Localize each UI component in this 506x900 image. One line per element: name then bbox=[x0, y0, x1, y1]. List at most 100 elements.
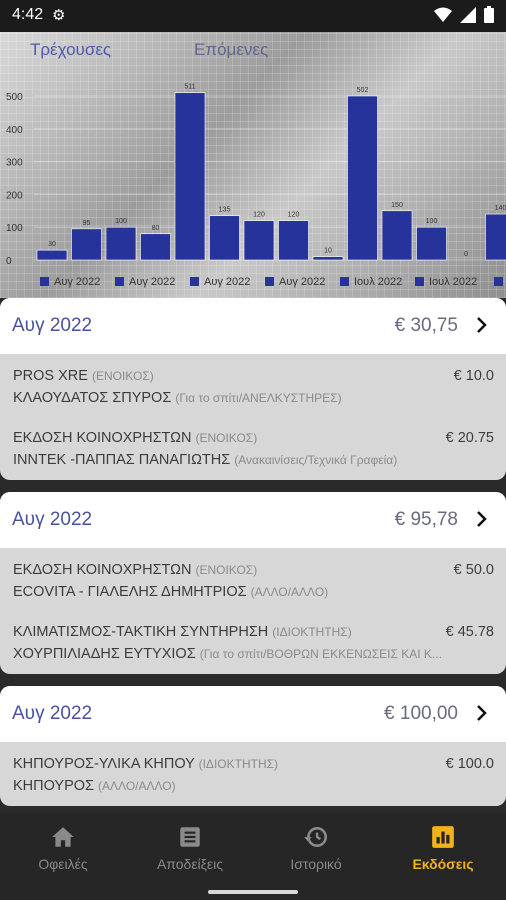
bar[interactable] bbox=[243, 220, 275, 261]
chevron-right-icon[interactable] bbox=[476, 510, 488, 528]
legend-label: Αυγ 2022 bbox=[54, 276, 100, 288]
bar-value-label: 135 bbox=[219, 207, 231, 214]
chart-panel: Τρέχουσες Επόμενες 0 100 200 300 400 500 30 95 1… bbox=[0, 32, 506, 298]
legend-label: Ιουλ 2022 bbox=[354, 276, 402, 288]
legend-swatch bbox=[190, 277, 199, 286]
bar[interactable] bbox=[105, 226, 137, 261]
bar[interactable] bbox=[312, 256, 344, 261]
item-vendor-line: ΧΟΥΡΠΙΛΙΑΔΗΣ ΕΥΤΥΧΙΟΣ (Για το σπίτι/ΒΟΘΡ… bbox=[13, 646, 493, 662]
item-amount: € 45.78 bbox=[445, 624, 494, 640]
wifi-icon bbox=[434, 7, 452, 22]
list-item[interactable]: PROS XRE (ΕΝΟΙΚΟΣ) € 10.0 ΚΛΑΟΥΔΑΤΟΣ ΣΠΥΡΟ… bbox=[0, 354, 506, 416]
system-icons bbox=[434, 6, 494, 23]
item-amount: € 50.0 bbox=[453, 562, 494, 578]
signal-icon bbox=[460, 6, 476, 23]
bar-value-label: 30 bbox=[48, 241, 56, 248]
card-header[interactable]: Αυγ 2022 € 100,00 bbox=[0, 686, 506, 742]
nav-label-history: Ιστορικό bbox=[290, 856, 342, 872]
item-category: (Ανακαινίσεις/Τεχνικά Γραφεία) bbox=[234, 453, 398, 467]
item-vendor: ECOVITA - ΓΙΑΛΕΛΗΣ ΔΗΜΗΤΡΙΟΣ bbox=[13, 584, 247, 600]
issue-card[interactable]: Αυγ 2022 € 100,00 ΚΗΠΟΥΡΟΣ-ΥΛΙΚΑ ΚΗΠΟΥ (ΙΔ… bbox=[0, 686, 506, 806]
item-vendor: ΚΛΑΟΥΔΑΤΟΣ ΣΠΥΡΟΣ bbox=[13, 390, 172, 406]
card-total: € 100,00 bbox=[384, 703, 458, 724]
nav-item-issues[interactable]: Εκδόσεις bbox=[380, 824, 506, 872]
issue-card[interactable]: Αυγ 2022 € 30,75 PROS XRE (ΕΝΟΙΚΟΣ) € 10.0 Κ… bbox=[0, 298, 506, 480]
legend-swatch bbox=[115, 277, 124, 286]
item-title-line: PROS XRE (ΕΝΟΙΚΟΣ) bbox=[13, 368, 154, 384]
nav-item-history[interactable]: Ιστορικό bbox=[253, 824, 379, 872]
card-month: Αυγ 2022 bbox=[12, 703, 93, 724]
item-title: PROS XRE bbox=[13, 368, 88, 384]
item-category: (Για το σπίτι/ΑΝΕΛΚΥΣΤΗΡΕΣ) bbox=[175, 391, 342, 405]
item-role: (ΕΝΟΙΚΟΣ) bbox=[195, 563, 258, 577]
bar-value-label: 95 bbox=[83, 220, 91, 227]
nav-item-receipts[interactable]: Αποδείξεις bbox=[127, 824, 253, 872]
item-role: (ΕΝΟΙΚΟΣ) bbox=[195, 431, 258, 445]
bar-value-label: 511 bbox=[184, 84, 195, 91]
bar[interactable] bbox=[347, 95, 378, 261]
bar-value-label: 80 bbox=[152, 225, 160, 232]
bar[interactable] bbox=[381, 210, 413, 261]
bar-value-label: 150 bbox=[391, 202, 403, 209]
legend-swatch bbox=[40, 277, 49, 286]
legend-label: Αυγ 2022 bbox=[279, 276, 325, 288]
nav-item-debts[interactable]: Οφειλές bbox=[0, 824, 126, 872]
bar[interactable] bbox=[485, 213, 506, 261]
list-item[interactable]: ΚΛΙΜΑΤΙΣΜΟΣ-ΤΑΚΤΙΚΗ ΣΥΝΤΗΡΗΣΗ (ΙΔΙΟΚΤΗΤΗ… bbox=[0, 610, 506, 672]
card-month: Αυγ 2022 bbox=[12, 509, 93, 530]
item-category: (ΑΛΛΟ/ΑΛΛΟ) bbox=[250, 585, 329, 599]
list-item[interactable]: ΕΚΔΟΣΗ ΚΟΙΝΟΧΡΗΣΤΩΝ (ΕΝΟΙΚΟΣ) € 20.75 ΙΝΝΤ… bbox=[0, 416, 506, 478]
legend-swatch bbox=[265, 277, 274, 286]
chart-icon bbox=[432, 826, 454, 848]
issue-card[interactable]: Αυγ 2022 € 95,78 ΕΚΔΟΣΗ ΚΟΙΝΟΧΡΗΣΤΩΝ (ΕΝΟΙ… bbox=[0, 492, 506, 674]
card-total: € 30,75 bbox=[394, 315, 458, 336]
bar-chart: 0 100 200 300 400 500 30 95 100 80 511 135 120 120 10 5… bbox=[6, 84, 506, 288]
list-item[interactable]: ΕΚΔΟΣΗ ΚΟΙΝΟΧΡΗΣΤΩΝ (ΕΝΟΙΚΟΣ) € 50.0 ECOVI… bbox=[0, 548, 506, 610]
legend-swatch bbox=[340, 277, 349, 286]
y-tick-label: 200 bbox=[6, 190, 23, 201]
item-title-line: ΕΚΔΟΣΗ ΚΟΙΝΟΧΡΗΣΤΩΝ (ΕΝΟΙΚΟΣ) bbox=[13, 430, 257, 446]
nav-label-receipts: Αποδείξεις bbox=[156, 856, 224, 872]
y-tick-label: 0 bbox=[6, 256, 12, 267]
bar[interactable] bbox=[209, 215, 240, 261]
bar-value-label: 120 bbox=[253, 212, 265, 219]
item-title-line: ΚΗΠΟΥΡΟΣ-ΥΛΙΚΑ ΚΗΠΟΥ (ΙΔΙΟΚΤΗΤΗΣ) bbox=[13, 756, 278, 772]
item-vendor-line: ΙΝΝΤΕΚ -ΠΑΠΠΑΣ ΠΑΝΑΓΙΩΤΗΣ (Ανακαινίσεις/… bbox=[13, 452, 493, 468]
card-header[interactable]: Αυγ 2022 € 95,78 bbox=[0, 492, 506, 548]
nav-label-issues: Εκδόσεις bbox=[412, 856, 474, 872]
issues-list[interactable]: Αυγ 2022 € 30,75 PROS XRE (ΕΝΟΙΚΟΣ) € 10.0 Κ… bbox=[0, 298, 506, 814]
legend-label: Ιουλ 2022 bbox=[429, 276, 477, 288]
bar[interactable] bbox=[36, 249, 68, 261]
bar-value-label: 10 bbox=[324, 248, 332, 255]
item-amount: € 100.0 bbox=[445, 756, 494, 772]
status-time: 4:42 bbox=[12, 6, 44, 23]
bar-value-label: 0 bbox=[464, 251, 468, 258]
y-tick-label: 300 bbox=[6, 158, 23, 169]
bar[interactable] bbox=[416, 226, 447, 261]
card-total: € 95,78 bbox=[394, 509, 458, 530]
bar[interactable] bbox=[140, 233, 171, 261]
item-title: ΚΗΠΟΥΡΟΣ-ΥΛΙΚΑ ΚΗΠΟΥ bbox=[13, 756, 195, 772]
card-header[interactable]: Αυγ 2022 € 30,75 bbox=[0, 298, 506, 354]
chevron-right-icon[interactable] bbox=[476, 316, 488, 334]
item-vendor-line: ΚΗΠΟΥΡΟΣ (ΑΛΛΟ/ΑΛΛΟ) bbox=[13, 778, 493, 794]
bar-value-label: 120 bbox=[288, 212, 300, 219]
legend-label: Αυγ 2022 bbox=[204, 276, 250, 288]
bar[interactable] bbox=[174, 92, 206, 261]
item-vendor: ΙΝΝΤΕΚ -ΠΑΠΠΑΣ ΠΑΝΑΓΙΩΤΗΣ bbox=[13, 452, 231, 468]
home-icon bbox=[52, 827, 74, 847]
item-vendor: ΧΟΥΡΠΙΛΙΑΔΗΣ ΕΥΤΥΧΙΟΣ bbox=[13, 646, 196, 662]
bar[interactable] bbox=[71, 228, 102, 261]
history-icon bbox=[304, 827, 328, 847]
item-vendor-line: ECOVITA - ΓΙΑΛΕΛΗΣ ΔΗΜΗΤΡΙΟΣ (ΑΛΛΟ/ΑΛΛΟ) bbox=[13, 584, 493, 600]
bar[interactable] bbox=[278, 220, 309, 261]
legend-swatch bbox=[415, 277, 424, 286]
legend-swatch bbox=[494, 277, 503, 286]
bar-value-label: 140 bbox=[495, 205, 506, 212]
item-category: (ΑΛΛΟ/ΑΛΛΟ) bbox=[98, 779, 176, 793]
status-bar: 4:42 ⚙ bbox=[0, 0, 506, 32]
item-vendor: ΚΗΠΟΥΡΟΣ bbox=[13, 778, 95, 794]
settings-gear-icon: ⚙ bbox=[52, 6, 66, 24]
chevron-right-icon[interactable] bbox=[476, 704, 488, 722]
list-item[interactable]: ΚΗΠΟΥΡΟΣ-ΥΛΙΚΑ ΚΗΠΟΥ (ΙΔΙΟΚΤΗΤΗΣ) € 100.0… bbox=[0, 742, 506, 804]
